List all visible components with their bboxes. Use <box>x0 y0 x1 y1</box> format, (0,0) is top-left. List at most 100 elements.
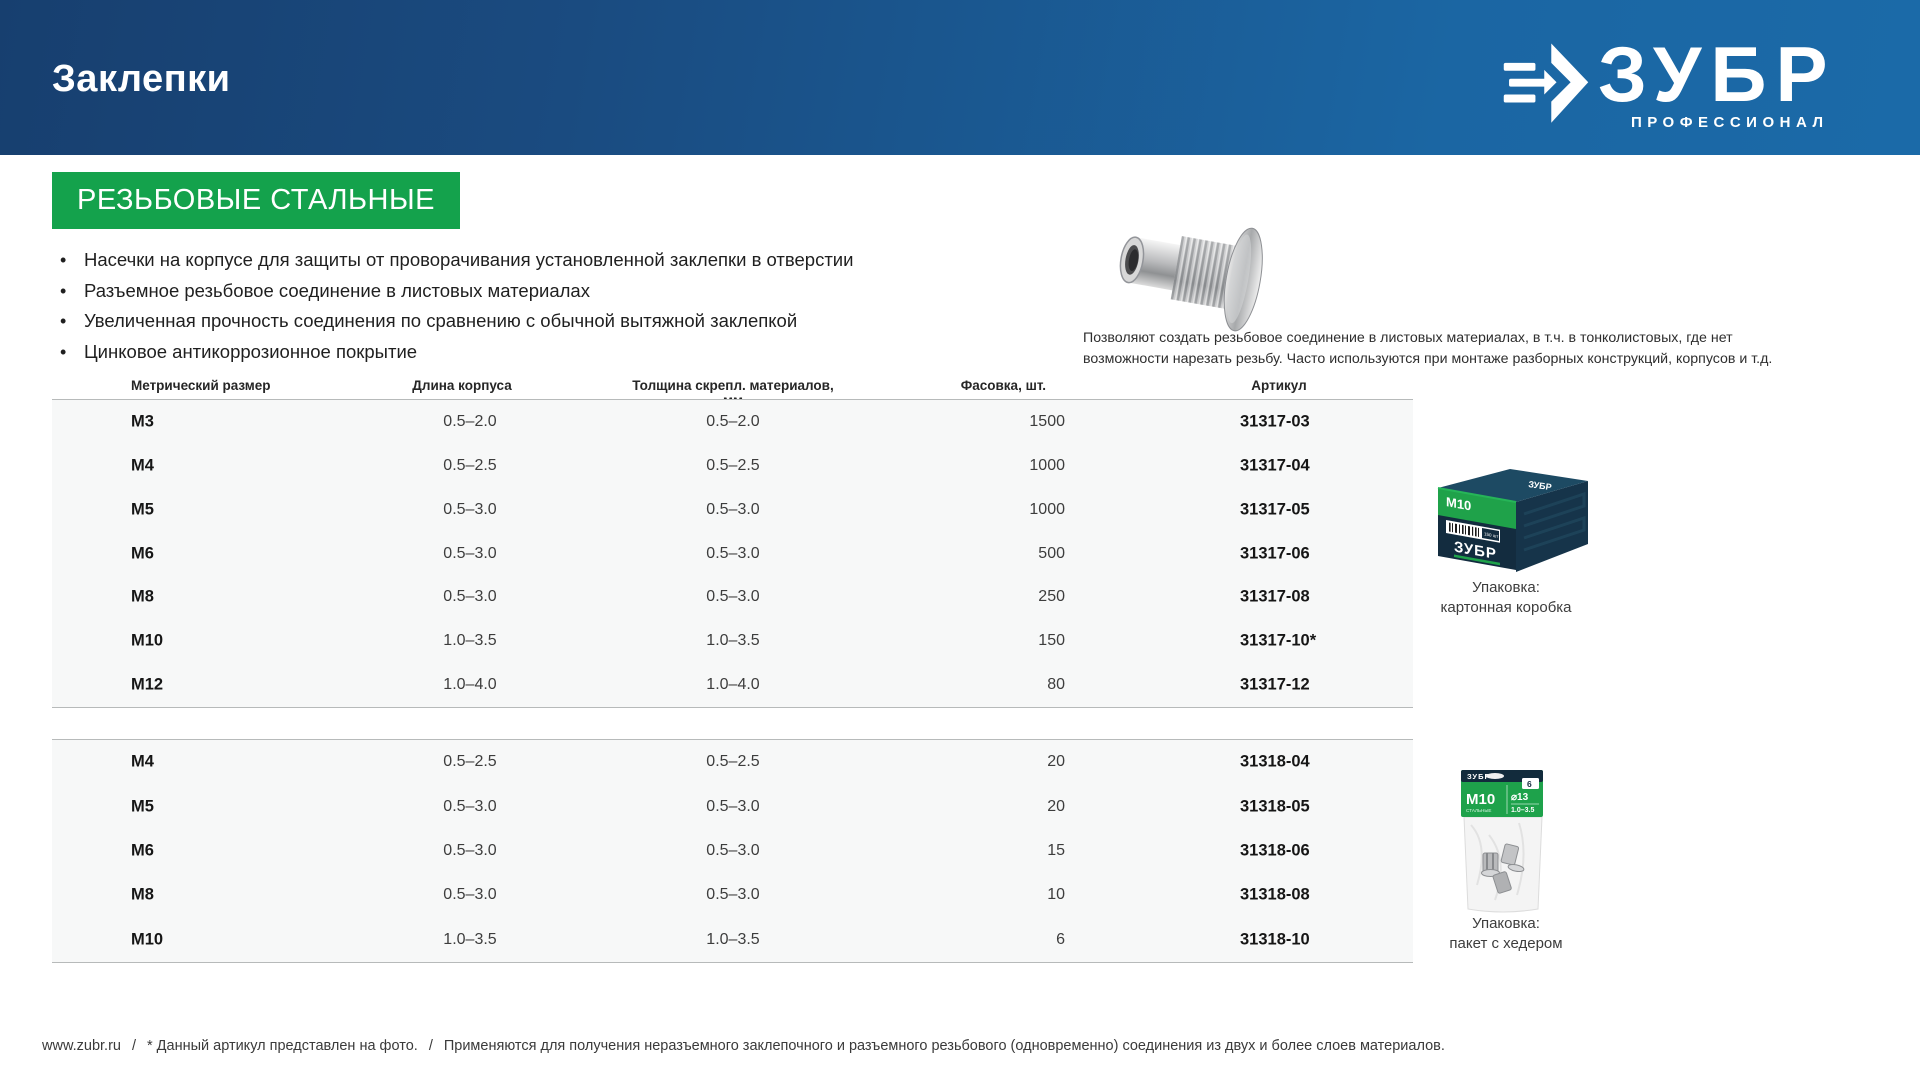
cell-thickness: 0.5–3.0 <box>626 501 840 519</box>
footer-note-usage: Применяются для получения неразъемного з… <box>444 1038 1445 1054</box>
cell-size: M4 <box>131 456 154 475</box>
feature-list: Насечки на корпусе для защиты от провора… <box>58 245 853 367</box>
zubr-logo-icon <box>1500 40 1592 128</box>
cell-thickness: 0.5–3.0 <box>626 588 840 606</box>
feature-item: Разъемное резьбовое соединение в листовы… <box>58 276 853 307</box>
table-row: M10 1.0–3.5 1.0–3.5 6 31318-10 <box>52 918 1413 962</box>
cell-qty: 20 <box>930 753 1065 771</box>
table-row: M5 0.5–3.0 0.5–3.0 20 31318-05 <box>52 784 1413 828</box>
cell-thickness: 1.0–3.5 <box>626 632 840 650</box>
cell-size: M8 <box>131 588 154 607</box>
page-footer: www.zubr.ru / * Данный артикул представлен… <box>42 1038 1842 1054</box>
table-row: M3 0.5–2.0 0.5–2.0 1500 31317-03 <box>52 400 1413 444</box>
cell-qty: 500 <box>930 545 1065 563</box>
section-badge-label: РЕЗЬБОВЫЕ СТАЛЬНЫЕ <box>77 184 435 217</box>
table-row: M121.0–4.01.0–4.08031317-12 <box>52 663 1413 707</box>
col-header-body-length: Длина корпуса <box>382 378 542 393</box>
rivet-nut-photo <box>1110 208 1280 334</box>
bag-range: 1.0–3.5 <box>1511 807 1534 814</box>
cell-qty: 150 <box>930 632 1065 650</box>
table-row: M8 0.5–3.0 0.5–3.0 250 31317-08 <box>52 575 1413 619</box>
cell-article: 31317-03 <box>1240 412 1310 431</box>
cell-qty: 15 <box>930 842 1065 860</box>
carton-box-photo: ЗУБР M10 150 шт ЗУБР <box>1436 466 1590 574</box>
box-caption: Упаковка: картонная коробка <box>1398 578 1614 617</box>
cell-qty: 20 <box>930 798 1065 816</box>
bag-sublabel: СТАЛЬНЫЕ <box>1466 808 1491 813</box>
cell-qty: 6 <box>930 931 1065 949</box>
cell-length: 0.5–3.0 <box>390 798 550 816</box>
bag-caption-line1: Упаковка: <box>1398 914 1614 934</box>
brand-wordmark: ЗУБР <box>1598 34 1837 114</box>
brand-logo: ЗУБР ПРОФЕССИОНАЛ <box>1500 34 1837 131</box>
cell-thickness: 0.5–3.0 <box>626 798 840 816</box>
cell-article: 31317-08 <box>1240 588 1310 607</box>
feature-item: Цинковое антикоррозионное покрытие <box>58 337 853 368</box>
table-row: M40.5–2.50.5–2.52031318-04 <box>52 740 1413 784</box>
cell-size: M6 <box>131 842 154 861</box>
cell-qty: 10 <box>930 886 1065 904</box>
cell-article: 31317-05 <box>1240 500 1310 519</box>
box-caption-line2: картонная коробка <box>1398 598 1614 618</box>
table-group-bag: M40.5–2.50.5–2.52031318-04M50.5–3.00.5–3… <box>52 739 1413 963</box>
cell-size: M6 <box>131 544 154 563</box>
cell-qty: 250 <box>930 588 1065 606</box>
cell-size: M4 <box>131 753 154 772</box>
cell-qty: 1000 <box>930 457 1065 475</box>
cell-article: 31318-04 <box>1240 753 1310 772</box>
cell-length: 1.0–3.5 <box>390 632 550 650</box>
cell-length: 1.0–3.5 <box>390 931 550 949</box>
cell-length: 0.5–3.0 <box>390 842 550 860</box>
cell-thickness: 0.5–3.0 <box>626 842 840 860</box>
cell-size: M10 <box>131 930 163 949</box>
col-header-pack-qty: Фасовка, шт. <box>916 378 1046 393</box>
cell-article: 31317-12 <box>1240 676 1310 695</box>
cell-article: 31318-05 <box>1240 797 1310 816</box>
header-bag-photo: ЗУБР 6 M10 СТАЛЬНЫЕ ⌀13 1.0–3.5 <box>1459 765 1547 915</box>
table-row: M6 0.5–3.0 0.5–3.0 15 31318-06 <box>52 829 1413 873</box>
table-row: M50.5–3.00.5–3.0100031317-05 <box>52 488 1413 532</box>
bag-diameter: ⌀13 <box>1511 792 1529 803</box>
cell-length: 0.5–3.0 <box>390 886 550 904</box>
table-row: M40.5–2.50.5–2.5100031317-04 <box>52 444 1413 488</box>
site-link[interactable]: www.zubr.ru <box>42 1038 121 1054</box>
cell-qty: 1000 <box>930 501 1065 519</box>
cell-article: 31318-10 <box>1240 930 1310 949</box>
cell-article: 31317-04 <box>1240 456 1310 475</box>
page-title: Заклепки <box>52 58 231 101</box>
bag-caption: Упаковка: пакет с хедером <box>1398 914 1614 953</box>
bag-qty-badge: 6 <box>1527 779 1532 789</box>
table-row: M8 0.5–3.0 0.5–3.0 10 31318-08 <box>52 873 1413 917</box>
cell-size: M5 <box>131 797 154 816</box>
section-badge: РЕЗЬБОВЫЕ СТАЛЬНЫЕ <box>52 172 460 229</box>
cell-thickness: 0.5–2.0 <box>626 413 840 431</box>
brand-text-block: ЗУБР ПРОФЕССИОНАЛ <box>1598 34 1837 131</box>
box-caption-line1: Упаковка: <box>1398 578 1614 598</box>
cell-size: M10 <box>131 632 163 651</box>
cell-qty: 1500 <box>930 413 1065 431</box>
cell-thickness: 1.0–3.5 <box>626 931 840 949</box>
cell-length: 0.5–3.0 <box>390 545 550 563</box>
table-group-carton: M3 0.5–2.0 0.5–2.0 1500 31317-03 M4 0.5–2.5 0.5… <box>52 399 1413 708</box>
header-banner: Заклепки ЗУБР ПРОФЕССИОНАЛ <box>0 0 1920 155</box>
cell-article: 31318-08 <box>1240 886 1310 905</box>
brand-tagline: ПРОФЕССИОНАЛ <box>1631 114 1829 131</box>
cell-article: 31317-10* <box>1240 632 1316 651</box>
feature-item: Увеличенная прочность соединения по срав… <box>58 306 853 337</box>
cell-length: 0.5–3.0 <box>390 588 550 606</box>
cell-thickness: 1.0–4.0 <box>626 676 840 694</box>
footer-separator: / <box>429 1038 433 1054</box>
cell-thickness: 0.5–3.0 <box>626 886 840 904</box>
bag-size-label: M10 <box>1466 791 1495 808</box>
table-row: M10 1.0–3.5 1.0–3.5 150 31317-10* <box>52 619 1413 663</box>
catalog-page: Заклепки ЗУБР ПРОФЕССИОНАЛ РЕЗЬБОВЫЕ СТА… <box>0 0 1920 1080</box>
cell-article: 31318-06 <box>1240 842 1310 861</box>
footer-note-asterisk: * Данный артикул представлен на фото. <box>147 1038 418 1054</box>
cell-size: M8 <box>131 886 154 905</box>
cell-size: M3 <box>131 412 154 431</box>
cell-length: 0.5–2.5 <box>390 457 550 475</box>
table-row: M60.5–3.00.5–3.050031317-06 <box>52 532 1413 576</box>
cell-length: 0.5–2.0 <box>390 413 550 431</box>
cell-thickness: 0.5–3.0 <box>626 545 840 563</box>
footer-separator: / <box>132 1038 136 1054</box>
